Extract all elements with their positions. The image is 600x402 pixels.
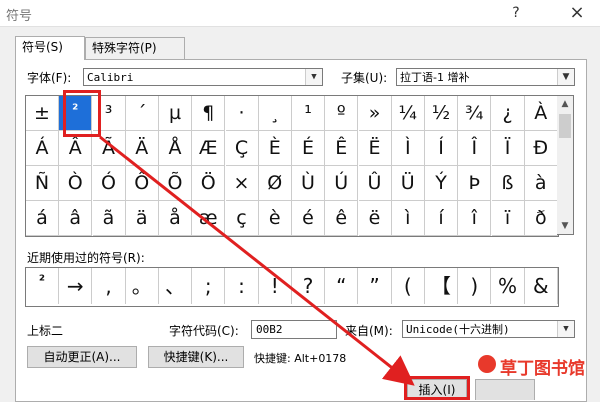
watermark: 草丁图书馆 [478, 353, 593, 379]
watermark-text: 草丁图书馆 [500, 359, 585, 379]
watermark-logo-icon [478, 355, 496, 373]
annotation-arrow [99, 135, 415, 386]
tab-symbols[interactable]: 符号(S) [15, 36, 85, 60]
